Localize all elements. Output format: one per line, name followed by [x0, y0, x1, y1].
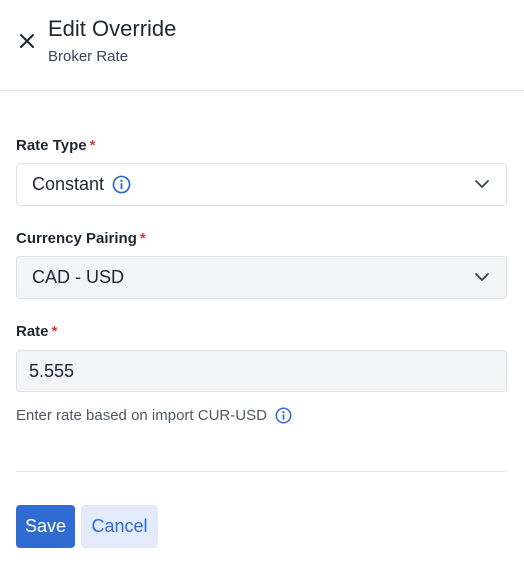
info-icon[interactable]	[112, 175, 131, 194]
save-button[interactable]: Save	[16, 505, 75, 548]
page-title: Edit Override	[48, 16, 177, 41]
rate-label-text: Rate	[16, 323, 49, 340]
required-mark: *	[139, 230, 146, 247]
currency-pairing-label-text: Currency Pairing	[16, 230, 137, 247]
rate-type-value: Constant	[32, 174, 105, 194]
close-button[interactable]	[14, 28, 40, 54]
page-subtitle: Broker Rate	[48, 48, 129, 65]
close-icon	[20, 34, 34, 48]
currency-pairing-value: CAD - USD	[32, 267, 125, 287]
panel-header: Edit Override Broker Rate	[0, 0, 524, 90]
rate-type-label: Rate Type *	[16, 137, 95, 154]
chevron-down-icon	[473, 269, 491, 287]
currency-pairing-select[interactable]: CAD - USD	[16, 256, 507, 299]
rate-input[interactable]	[16, 350, 507, 392]
rate-helper: Enter rate based on import CUR-USD	[16, 407, 292, 424]
chevron-down-icon	[473, 176, 491, 194]
rate-helper-text: Enter rate based on import CUR-USD	[16, 407, 267, 424]
rate-label: Rate *	[16, 323, 57, 340]
rate-type-select[interactable]: Constant	[16, 163, 507, 206]
cancel-button[interactable]: Cancel	[81, 505, 158, 548]
footer-divider	[16, 471, 506, 472]
required-mark: *	[51, 323, 58, 340]
required-mark: *	[89, 137, 96, 154]
header-divider	[0, 90, 524, 91]
rate-type-label-text: Rate Type	[16, 137, 87, 154]
info-icon[interactable]	[275, 407, 292, 424]
currency-pairing-label: Currency Pairing *	[16, 230, 146, 247]
edit-override-panel: Edit Override Broker Rate Rate Type * Con…	[0, 0, 524, 562]
